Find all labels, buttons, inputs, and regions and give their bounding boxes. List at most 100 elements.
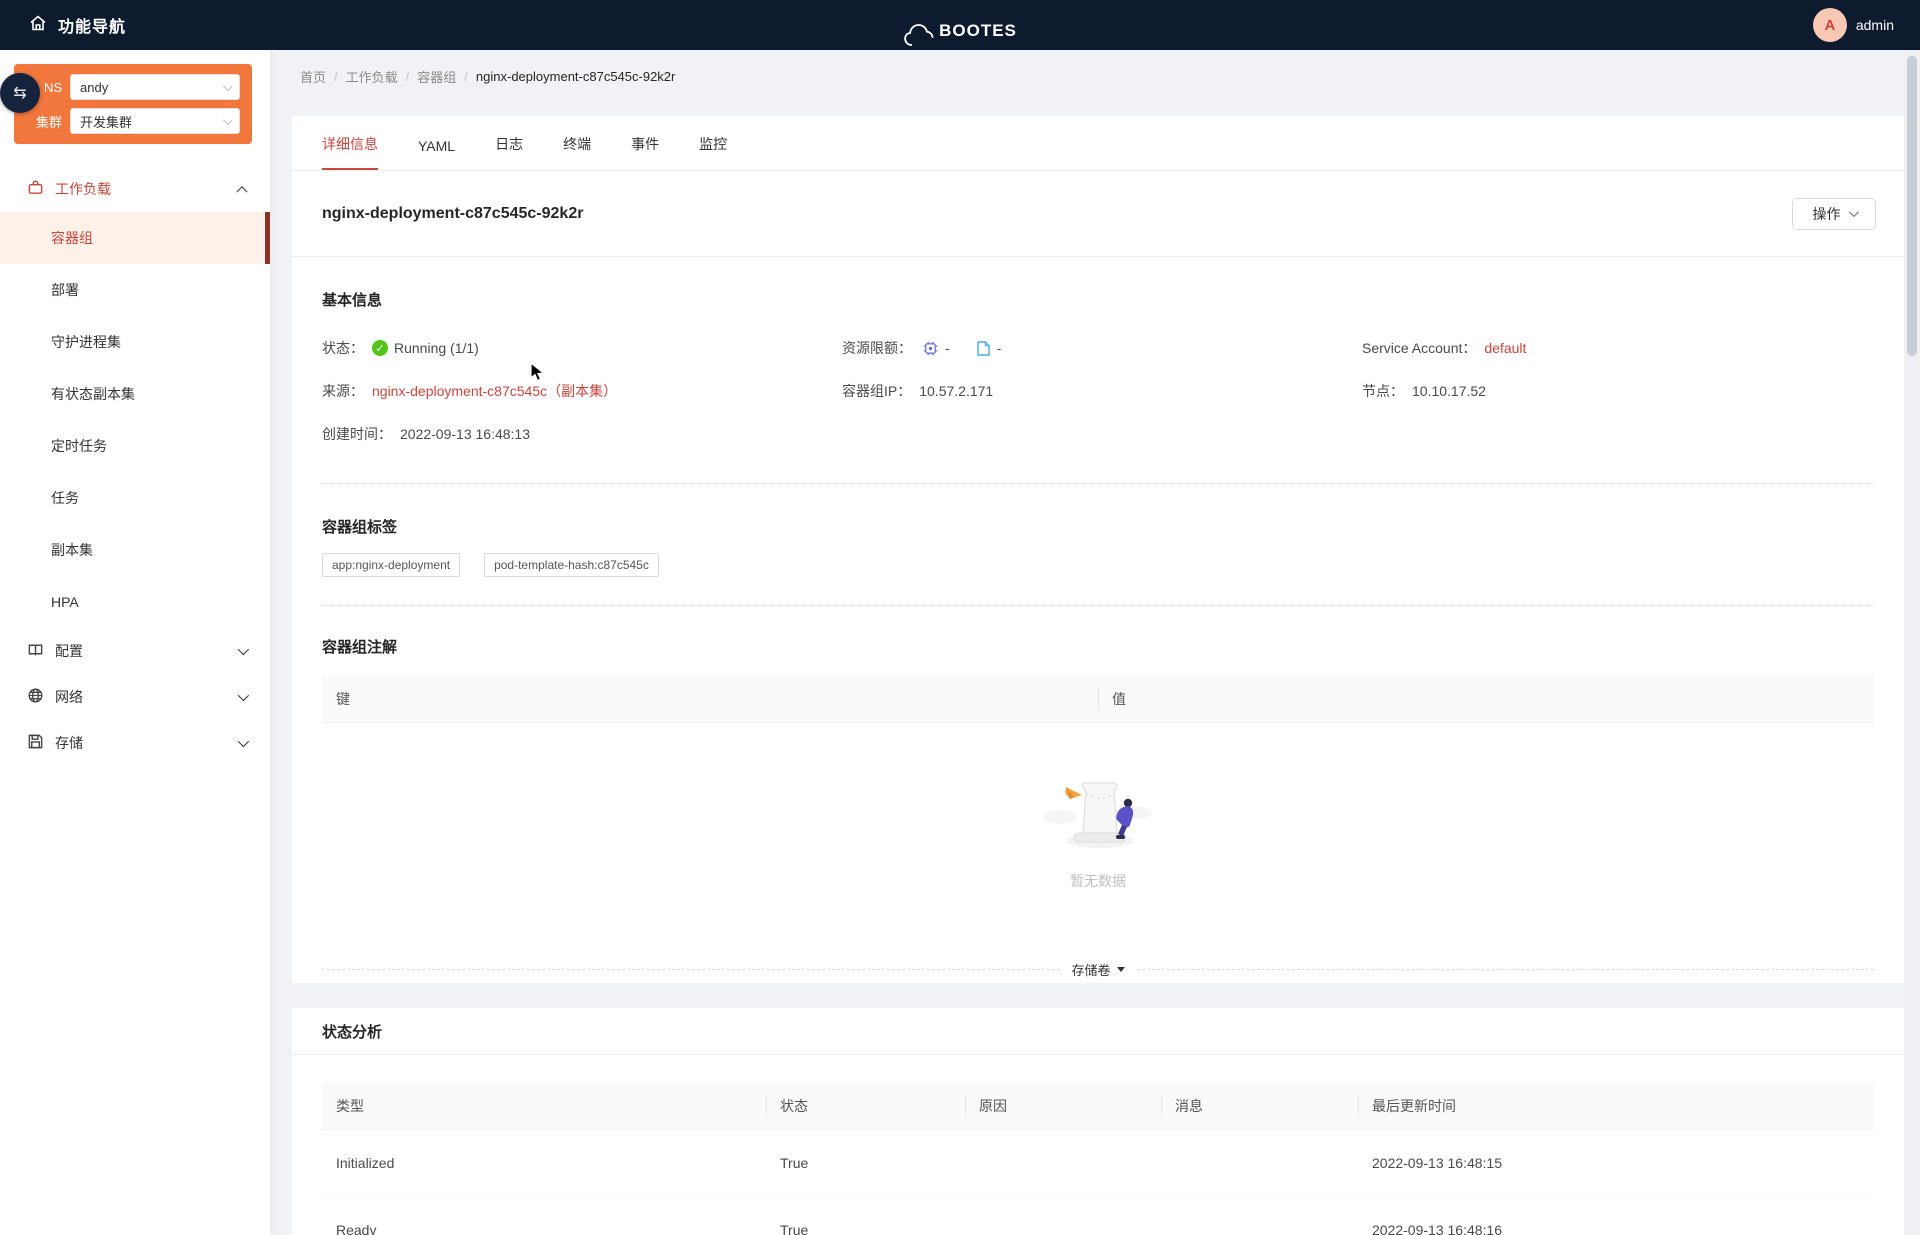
tab-yaml[interactable]: YAML	[418, 138, 455, 170]
breadcrumb-home[interactable]: 首页	[300, 67, 326, 86]
title-row: nginx-deployment-c87c545c-92k2r 操作	[292, 171, 1904, 257]
status-field: 状态： ✓ Running (1/1)	[322, 338, 842, 358]
cluster-select[interactable]: 开发集群	[70, 108, 240, 134]
vertical-scrollbar[interactable]	[1904, 50, 1920, 1235]
nav-home[interactable]: 功能导航	[28, 13, 126, 38]
status-table: 类型 状态 原因 消息 最后更新时间 Initialized True 2022…	[322, 1082, 1874, 1235]
empty-state: 暂无数据	[322, 723, 1874, 938]
breadcrumb-pods[interactable]: 容器组	[417, 67, 456, 86]
service-account-link[interactable]: default	[1484, 340, 1526, 356]
sidebar-group-workload[interactable]: 工作负载	[0, 166, 270, 212]
detail-card: 详细信息 YAML 日志 终端 事件 监控 nginx-deployment-c…	[292, 116, 1904, 983]
chevron-up-icon	[236, 186, 247, 197]
source-link[interactable]: nginx-deployment-c87c545c	[372, 383, 547, 399]
memory-icon	[976, 340, 991, 357]
col-updated: 最后更新时间	[1358, 1096, 1874, 1116]
workload-icon	[27, 179, 44, 199]
quota-field: 资源限额： -	[842, 338, 1362, 358]
source-kind: （副本集）	[547, 381, 617, 401]
label-tag: pod-template-hash:c87c545c	[484, 553, 659, 577]
basic-info-heading: 基本信息	[322, 289, 1874, 310]
caret-down-icon	[1117, 967, 1125, 972]
sidebar-collapse-toggle[interactable]: ⇆	[0, 73, 40, 113]
basic-info-grid: 状态： ✓ Running (1/1) 来源： nginx-deployment…	[322, 338, 1874, 467]
user-menu[interactable]: A admin	[1813, 0, 1894, 50]
table-row: Initialized True 2022-09-13 16:48:15	[322, 1130, 1874, 1197]
source-field: 来源： nginx-deployment-c87c545c （副本集）	[322, 381, 842, 401]
empty-illustration-icon	[1038, 771, 1158, 855]
created-value: 2022-09-13 16:48:13	[400, 426, 530, 442]
tab-monitor[interactable]: 监控	[699, 134, 727, 170]
username: admin	[1856, 17, 1894, 33]
col-message: 消息	[1161, 1096, 1358, 1116]
status-table-header: 类型 状态 原因 消息 最后更新时间	[322, 1082, 1874, 1130]
chevron-down-icon	[223, 81, 233, 91]
sidebar-group-storage[interactable]: 存储	[0, 720, 270, 766]
divider	[322, 605, 1874, 606]
breadcrumb-workload[interactable]: 工作负载	[346, 67, 398, 86]
main-content: 首页/ 工作负载/ 容器组/ nginx-deployment-c87c545c…	[270, 50, 1920, 1235]
save-disk-icon	[27, 733, 44, 753]
scrollbar-thumb[interactable]	[1907, 56, 1917, 356]
sidebar-item-deployments[interactable]: 部署	[0, 264, 270, 316]
pod-labels: app:nginx-deployment pod-template-hash:c…	[322, 553, 1874, 577]
cloud-logo-icon	[903, 20, 937, 50]
sidebar-group-network[interactable]: 网络	[0, 674, 270, 720]
status-value: Running (1/1)	[394, 340, 479, 356]
status-check-icon: ✓	[372, 340, 388, 356]
cpu-icon	[922, 340, 939, 357]
sidebar-item-daemonsets[interactable]: 守护进程集	[0, 316, 270, 368]
sidebar: NS andy 集群 开发集群 ⇆	[0, 50, 270, 1235]
tab-logs[interactable]: 日志	[495, 134, 523, 170]
divider	[1137, 969, 1875, 970]
book-icon	[27, 641, 44, 661]
tab-bar: 详细信息 YAML 日志 终端 事件 监控	[292, 116, 1904, 171]
pod-ip-field: 容器组IP： 10.57.2.171	[842, 381, 1362, 401]
annotations-table: 键 值	[322, 675, 1874, 938]
annotations-table-header: 键 值	[322, 675, 1874, 723]
col-status: 状态	[766, 1096, 965, 1116]
brand-logo: BOOTES	[903, 0, 1017, 50]
sidebar-item-statefulsets[interactable]: 有状态副本集	[0, 368, 270, 420]
chevron-down-icon	[238, 736, 249, 747]
brand-name: BOOTES	[939, 21, 1017, 41]
status-analysis-card: 状态分析 类型 状态 原因 消息 最后更新时间 Initialized True…	[292, 1008, 1904, 1235]
pod-ip-value: 10.57.2.171	[919, 383, 993, 399]
namespace-select[interactable]: andy	[70, 74, 240, 100]
sidebar-group-config[interactable]: 配置	[0, 628, 270, 674]
label-tag: app:nginx-deployment	[322, 553, 460, 577]
chevron-down-icon	[238, 690, 249, 701]
sidebar-item-cronjobs[interactable]: 定时任务	[0, 420, 270, 472]
tab-events[interactable]: 事件	[631, 134, 659, 170]
empty-text: 暂无数据	[1070, 871, 1126, 891]
quota-cpu-value: -	[945, 340, 950, 356]
status-analysis-heading: 状态分析	[322, 1021, 382, 1042]
top-header: 功能导航 BOOTES A admin	[0, 0, 1920, 50]
chevron-down-icon	[238, 644, 249, 655]
breadcrumb-current: nginx-deployment-c87c545c-92k2r	[476, 69, 675, 84]
sidebar-item-pods[interactable]: 容器组	[0, 212, 270, 264]
sidebar-item-hpa[interactable]: HPA	[0, 576, 270, 628]
tab-terminal[interactable]: 终端	[563, 134, 591, 170]
globe-icon	[27, 687, 44, 707]
sidebar-item-jobs[interactable]: 任务	[0, 472, 270, 524]
avatar[interactable]: A	[1813, 8, 1847, 42]
nav-title: 功能导航	[58, 13, 126, 37]
volumes-toggle[interactable]: 存储卷	[1060, 960, 1137, 979]
cluster-label: 集群	[22, 112, 70, 131]
quota-mem-value: -	[997, 340, 1002, 356]
pod-annotations-heading: 容器组注解	[322, 636, 1874, 657]
sidebar-item-replicasets[interactable]: 副本集	[0, 524, 270, 576]
table-row: Ready True 2022-09-13 16:48:16	[322, 1197, 1874, 1235]
service-account-field: Service Account： default	[1362, 338, 1874, 358]
col-key: 键	[322, 689, 1098, 709]
col-value: 值	[1098, 689, 1874, 709]
breadcrumb: 首页/ 工作负载/ 容器组/ nginx-deployment-c87c545c…	[300, 67, 675, 86]
page-title: nginx-deployment-c87c545c-92k2r	[322, 205, 583, 223]
tab-details[interactable]: 详细信息	[322, 134, 378, 170]
node-field: 节点： 10.10.17.52	[1362, 381, 1874, 401]
action-dropdown-button[interactable]: 操作	[1792, 198, 1876, 230]
sidebar-menu: 工作负载 容器组 部署 守护进程集 有状态副本集 定时任务 任务 副本集 HPA…	[0, 166, 270, 766]
chevron-down-icon	[1848, 207, 1858, 217]
col-type: 类型	[322, 1096, 766, 1116]
